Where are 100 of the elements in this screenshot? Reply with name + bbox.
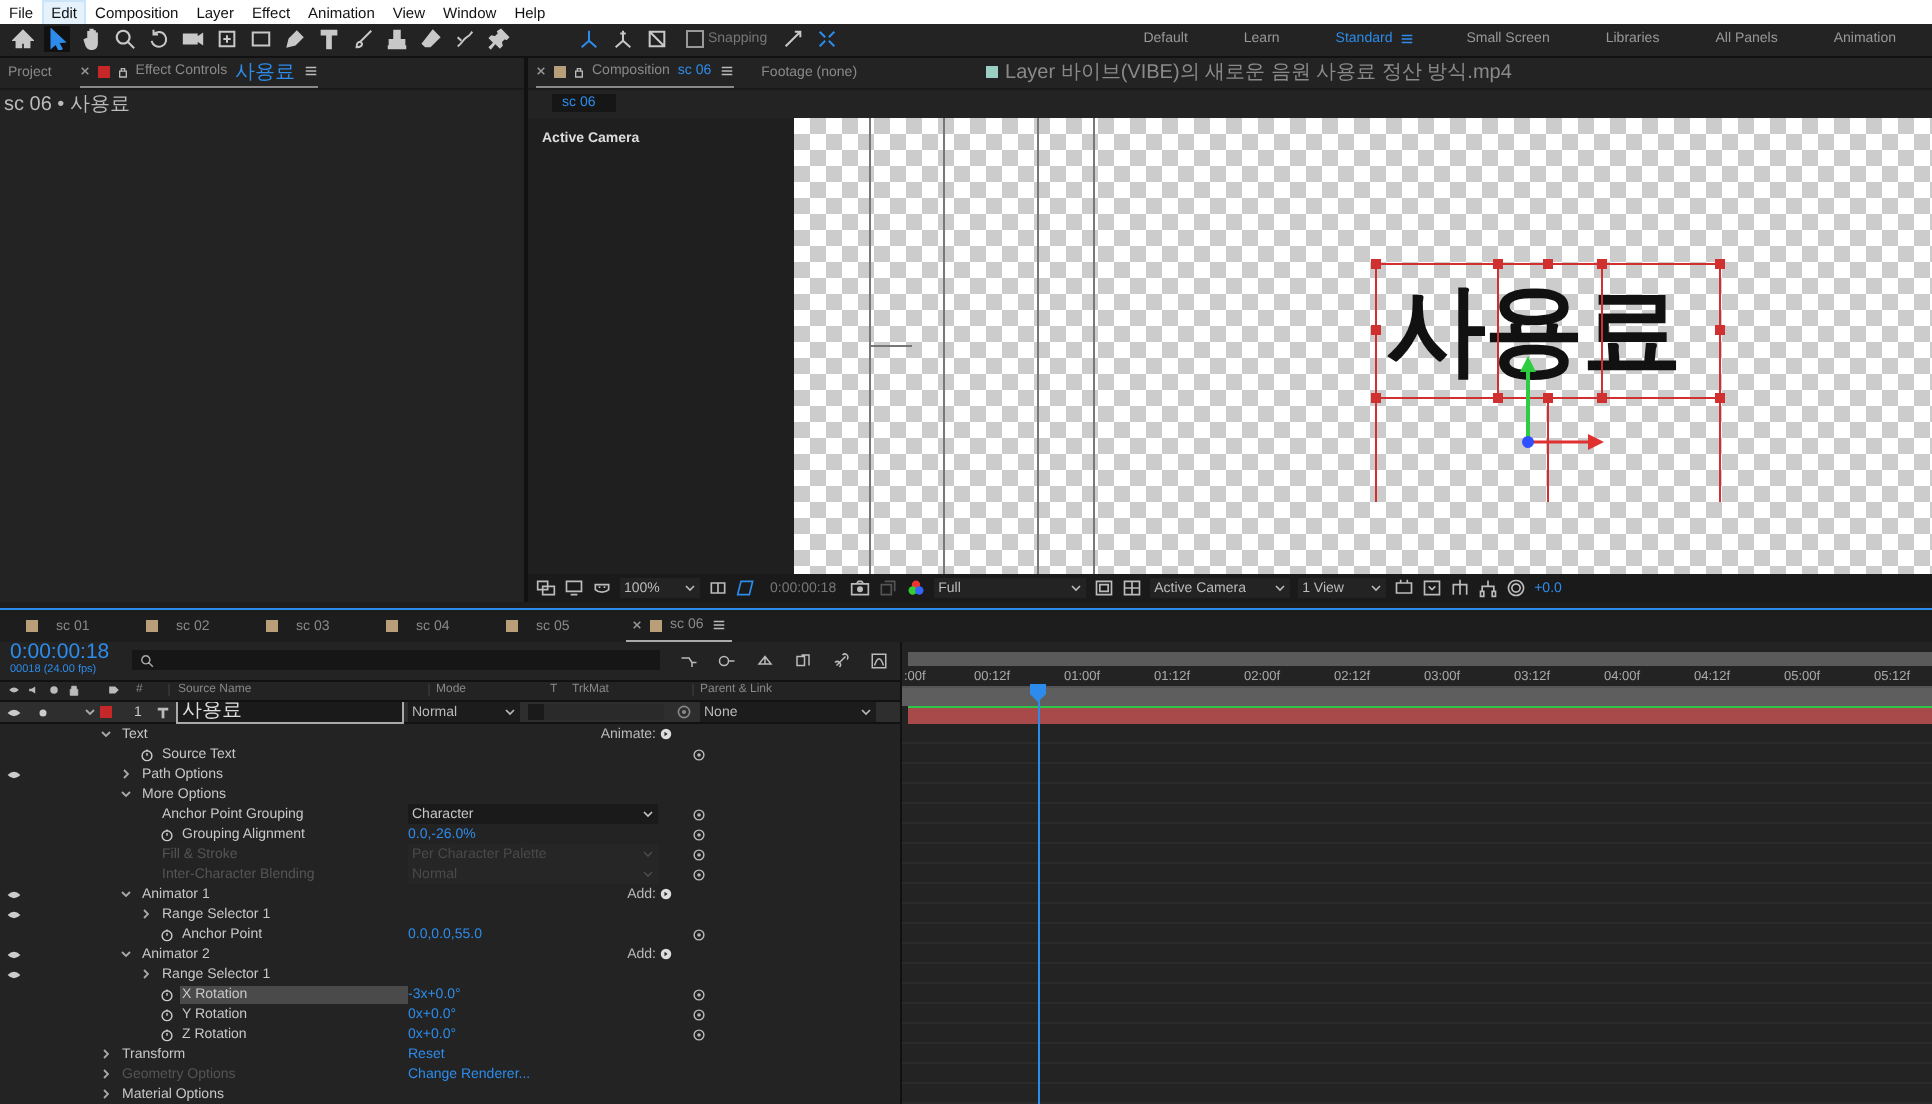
- eye-icon[interactable]: [6, 769, 22, 779]
- toggle-transparency-icon[interactable]: [1094, 578, 1115, 598]
- view-axis-icon[interactable]: [644, 26, 670, 53]
- search-field[interactable]: [132, 650, 660, 671]
- eye-icon[interactable]: [6, 707, 22, 717]
- chevron-icon[interactable]: [100, 1048, 112, 1060]
- zoom-icon[interactable]: [112, 26, 138, 53]
- caret-icon: [1274, 584, 1287, 592]
- solo-dot-icon[interactable]: [36, 705, 50, 719]
- shy-icon[interactable]: [680, 651, 698, 670]
- rotate-icon[interactable]: [146, 26, 172, 53]
- stopwatch-icon[interactable]: [160, 987, 174, 1001]
- graph-link-icon[interactable]: [832, 651, 850, 670]
- stopwatch-icon[interactable]: [160, 1007, 174, 1021]
- chevron-icon[interactable]: [140, 968, 152, 980]
- label-swatch: [97, 65, 110, 78]
- lock-icon[interactable]: [117, 65, 128, 78]
- color-channels-icon[interactable]: [906, 578, 927, 598]
- label-swatch: [506, 620, 518, 632]
- pickwhip-icon[interactable]: [691, 827, 705, 841]
- pickwhip-icon[interactable]: [691, 807, 705, 821]
- add-menu-icon[interactable]: [660, 948, 672, 960]
- motion-blur-icon[interactable]: [718, 651, 736, 670]
- resolution-icon[interactable]: [708, 578, 728, 598]
- mask-path-icon[interactable]: [736, 578, 756, 598]
- solo-icon: [48, 684, 60, 697]
- pickwhip-icon[interactable]: [691, 927, 705, 941]
- label-swatch: [100, 706, 112, 718]
- hand-icon[interactable]: [78, 26, 104, 53]
- pan-behind-icon[interactable]: [214, 26, 240, 53]
- chevron-icon[interactable]: [120, 888, 132, 900]
- caret-icon: [504, 708, 516, 716]
- stopwatch-icon[interactable]: [140, 747, 154, 761]
- layer-name-field[interactable]: 사용료: [178, 702, 402, 722]
- brush-icon[interactable]: [350, 26, 376, 53]
- mask-icon[interactable]: [592, 578, 612, 598]
- pin-icon[interactable]: [486, 26, 512, 53]
- caret-icon: [642, 810, 654, 818]
- close-icon[interactable]: [632, 620, 642, 630]
- chevron-icon[interactable]: [120, 768, 132, 780]
- frame-blend-icon[interactable]: [794, 651, 812, 670]
- stopwatch-icon[interactable]: [160, 927, 174, 941]
- pickwhip-icon[interactable]: [691, 1027, 705, 1041]
- stamp-icon[interactable]: [384, 26, 410, 53]
- selection-tool-icon[interactable]: [44, 26, 70, 53]
- flowchart-icon[interactable]: [1450, 578, 1471, 598]
- pickwhip-icon[interactable]: [676, 704, 692, 720]
- pen-icon[interactable]: [282, 26, 308, 53]
- eye-icon[interactable]: [6, 969, 22, 979]
- chevron-icon[interactable]: [100, 1088, 112, 1100]
- world-axis-icon[interactable]: [610, 26, 636, 53]
- label-swatch: [266, 620, 278, 632]
- chevron-icon[interactable]: [120, 788, 132, 800]
- pickwhip-icon[interactable]: [691, 747, 705, 761]
- type-tool-icon[interactable]: [316, 26, 342, 53]
- snap-features-icon[interactable]: [813, 26, 840, 53]
- graph-editor-icon[interactable]: [870, 651, 888, 670]
- chevron-icon[interactable]: [140, 908, 152, 920]
- roto-brush-icon[interactable]: [452, 26, 478, 53]
- add-menu-icon[interactable]: [660, 728, 672, 740]
- eye-icon[interactable]: [6, 949, 22, 959]
- monitor-icon[interactable]: [564, 578, 584, 598]
- grid-icon[interactable]: [1122, 578, 1143, 598]
- home-icon[interactable]: [10, 26, 36, 53]
- current-time-display[interactable]: 0:00:00:18: [10, 642, 120, 665]
- label-swatch: [985, 66, 998, 79]
- chevron-icon[interactable]: [84, 706, 96, 718]
- caret-icon: [1370, 584, 1383, 592]
- snapshot-camera-icon[interactable]: [850, 578, 871, 598]
- eye-icon[interactable]: [6, 889, 22, 899]
- layout-icon[interactable]: [1394, 578, 1415, 598]
- close-icon[interactable]: [79, 66, 90, 77]
- lock-icon: [68, 684, 80, 697]
- draft-3d-icon[interactable]: [756, 651, 774, 670]
- chevron-icon[interactable]: [120, 948, 132, 960]
- stopwatch-icon[interactable]: [160, 1027, 174, 1041]
- chevron-icon[interactable]: [100, 728, 112, 740]
- label-swatch: [650, 619, 662, 631]
- eraser-icon[interactable]: [418, 26, 444, 53]
- add-menu-icon[interactable]: [660, 888, 672, 900]
- snapping-checkbox[interactable]: [686, 30, 704, 49]
- region-icon[interactable]: [536, 578, 556, 598]
- pickwhip-icon[interactable]: [691, 987, 705, 1001]
- label-swatch: [26, 620, 38, 632]
- exposure-icon[interactable]: [1506, 578, 1527, 598]
- stopwatch-icon[interactable]: [160, 827, 174, 841]
- eye-icon[interactable]: [6, 909, 22, 919]
- preview-icon[interactable]: [1422, 578, 1443, 598]
- menu-icon[interactable]: [1400, 32, 1415, 47]
- menu-icon[interactable]: [303, 64, 318, 79]
- snap-edge-icon[interactable]: [779, 26, 806, 53]
- caret-icon: [860, 708, 872, 716]
- tree-icon[interactable]: [1478, 578, 1499, 598]
- close-icon[interactable]: [536, 66, 546, 77]
- lock-icon[interactable]: [574, 65, 584, 78]
- menu-icon[interactable]: [719, 64, 734, 79]
- pickwhip-icon[interactable]: [691, 1007, 705, 1021]
- menu-icon[interactable]: [711, 618, 726, 632]
- local-axis-icon[interactable]: [576, 26, 602, 53]
- preserve-transparency-toggle[interactable]: [528, 704, 544, 720]
